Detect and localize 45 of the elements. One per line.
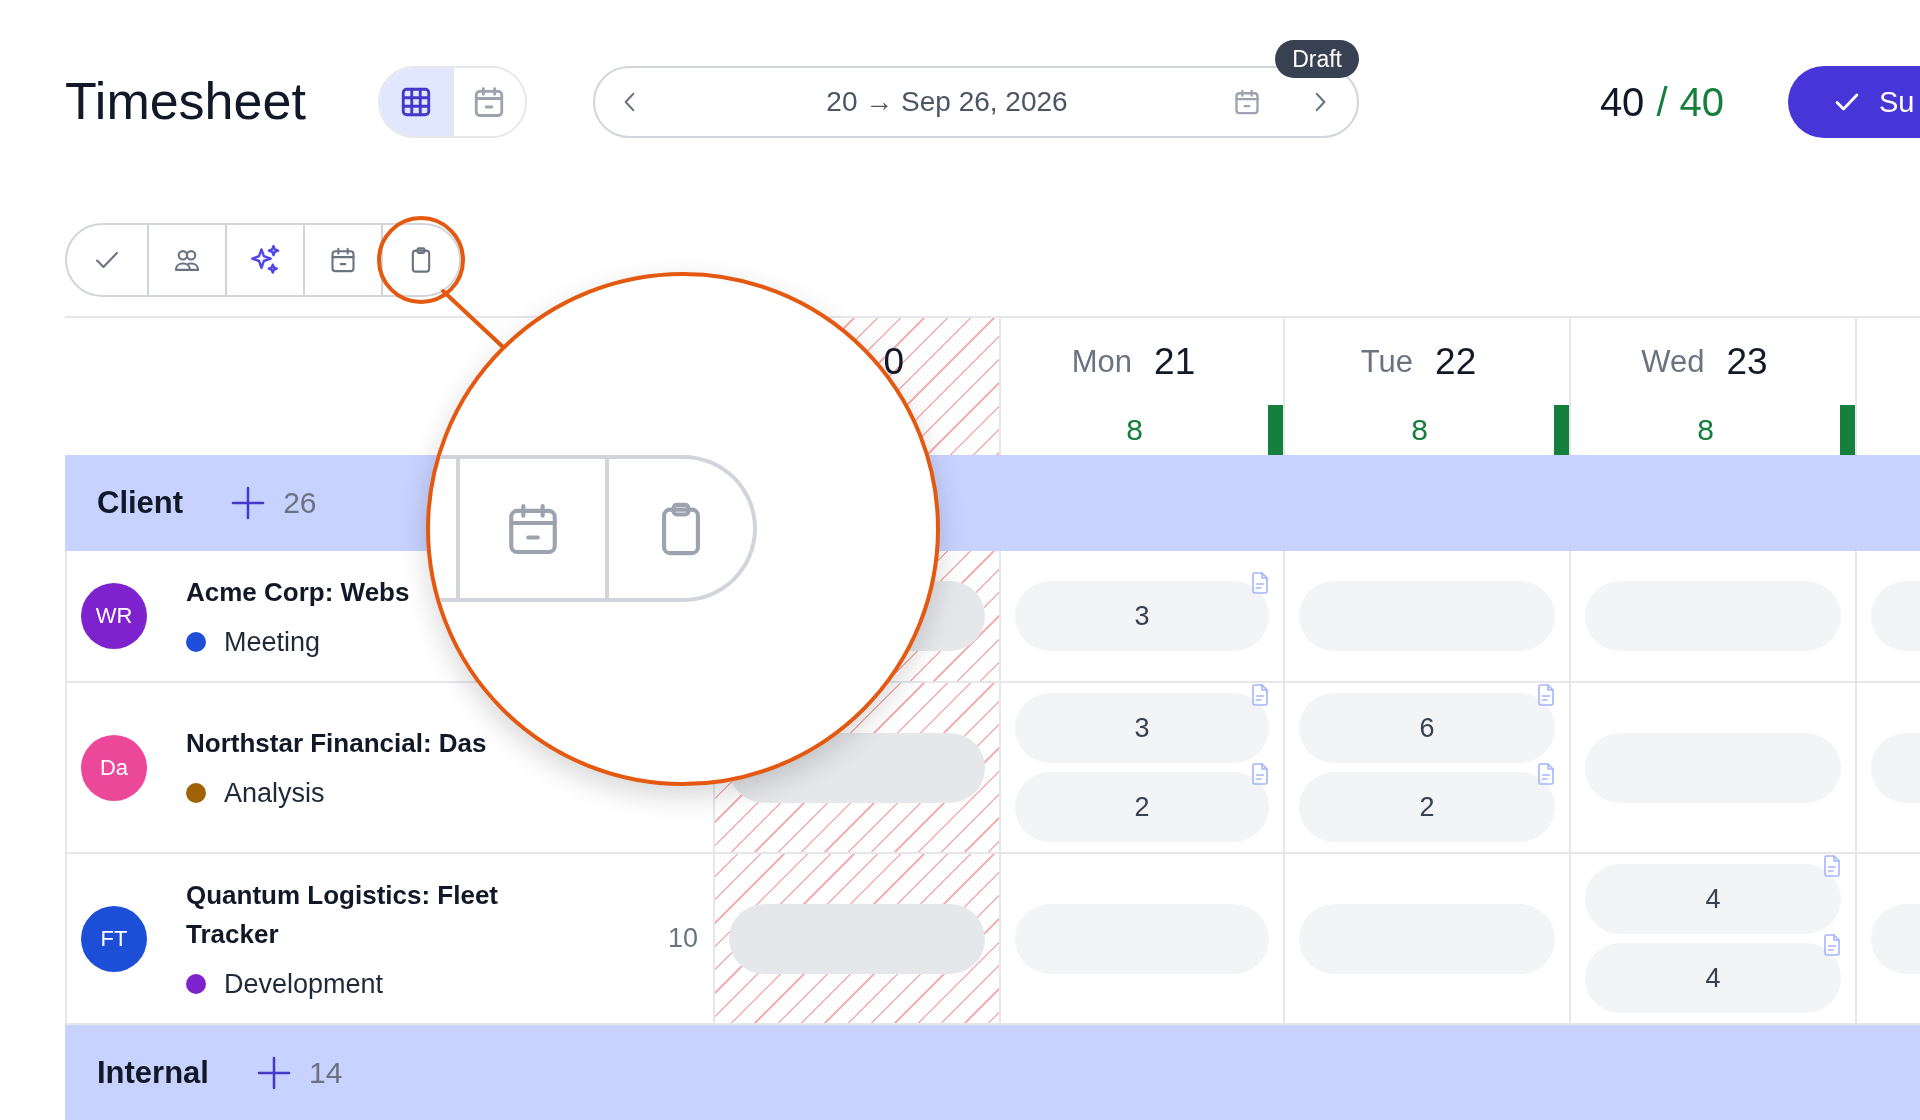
activity-label: Meeting (224, 625, 321, 659)
date-range-label: 20 → Sep 26, 2026 (826, 86, 1068, 118)
calendar-icon (329, 246, 357, 274)
activity-label: Analysis (224, 777, 325, 810)
day-number: 21 (1154, 340, 1196, 383)
day-total: 8 (1697, 413, 1714, 447)
hours-field[interactable]: 2 (1015, 772, 1269, 842)
avatar: FT (81, 905, 147, 972)
day-number: 23 (1726, 340, 1768, 383)
clipboard-button[interactable] (377, 216, 465, 304)
hours-field[interactable]: 4 (1585, 943, 1841, 1013)
task-title: Northstar Financial: Das (186, 727, 487, 760)
weekday-label: Mon (1071, 343, 1133, 380)
submit-button[interactable]: Su (1788, 66, 1920, 138)
row-total: 10 (667, 923, 698, 954)
task-title: Acme Corp: Webs (186, 575, 410, 609)
status-badge: Draft (1275, 40, 1359, 78)
hours-field[interactable]: 3 (1015, 693, 1269, 763)
hours-field[interactable] (729, 903, 985, 974)
hours-separator: / (1656, 79, 1668, 125)
weekday-label: Wed (1641, 343, 1705, 380)
day-total: 8 (1126, 413, 1143, 447)
logged-hours: 40 (1599, 79, 1645, 125)
task-title: Quantum Logistics: Fleet Tracker (186, 878, 500, 951)
hours-field[interactable]: 2 (1299, 772, 1555, 842)
activity-label: Development (224, 967, 384, 1001)
hours-field[interactable]: 6 (1299, 693, 1555, 763)
hours-field[interactable]: 3 (1015, 581, 1269, 651)
day-number: 0 (883, 340, 904, 383)
day-total: 8 (1411, 413, 1428, 447)
group-count: 26 (283, 486, 317, 520)
connector-line (441, 289, 505, 349)
hours-field[interactable]: 4 (1585, 864, 1841, 934)
target-hours: 40 (1679, 79, 1724, 125)
group-name: Internal (97, 1055, 209, 1091)
day-number: 22 (1435, 340, 1477, 383)
sparkle-icon (248, 243, 282, 277)
weekday-label: Tue (1360, 343, 1414, 380)
group-name: Client (97, 485, 184, 521)
group-count: 14 (308, 1056, 343, 1090)
calendar-icon[interactable] (1233, 88, 1261, 116)
avatar: Da (81, 734, 147, 801)
page-title: Timesheet (65, 72, 306, 132)
avatar: WR (81, 583, 147, 649)
grid-view-tab[interactable] (380, 68, 452, 136)
